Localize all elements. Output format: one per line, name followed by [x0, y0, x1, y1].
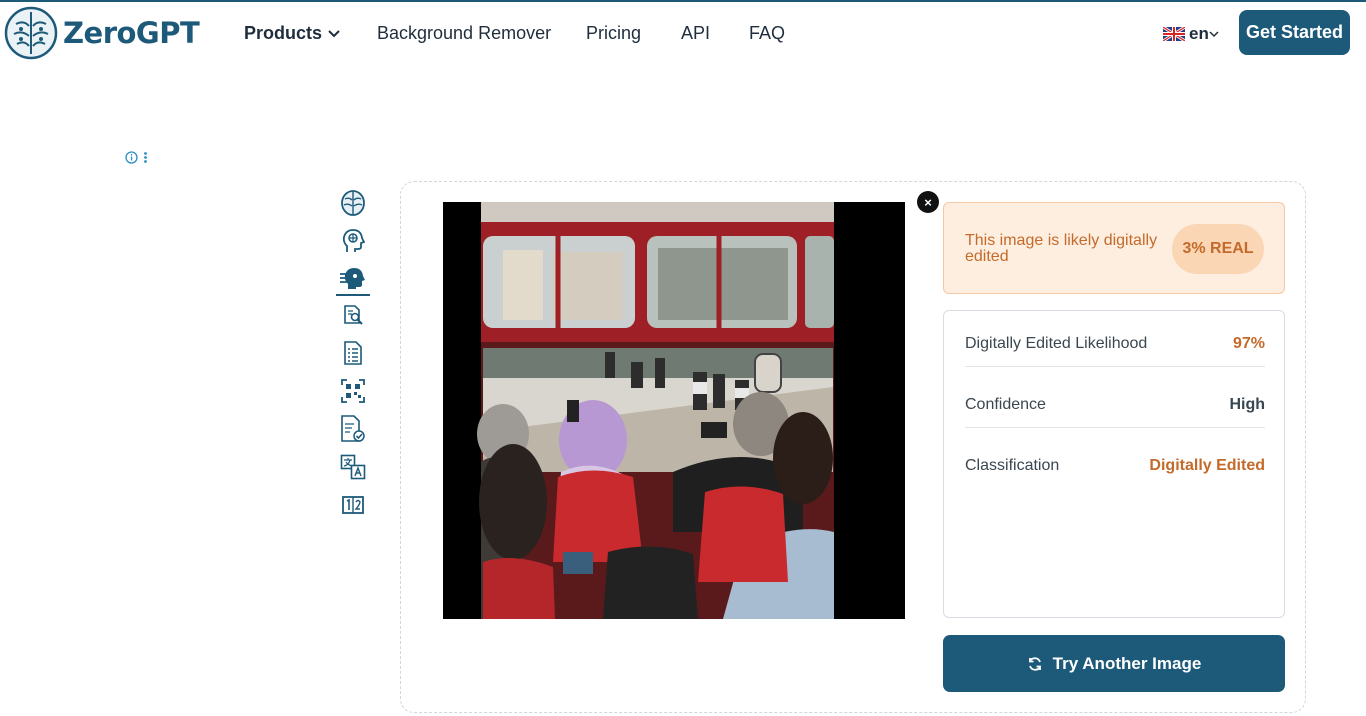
- try-another-image-button[interactable]: Try Another Image: [943, 635, 1285, 692]
- head-profile-icon: [342, 229, 365, 252]
- uk-flag-icon: [1163, 27, 1185, 41]
- brain-icon: [341, 190, 365, 216]
- detail-value: High: [1229, 396, 1265, 413]
- document-search-icon: [344, 305, 363, 325]
- language-selector[interactable]: en: [1163, 24, 1219, 44]
- more-options-icon[interactable]: [143, 151, 148, 164]
- tool-summarizer[interactable]: [336, 336, 370, 370]
- detail-label: Confidence: [965, 396, 1046, 413]
- detail-value: 97%: [1232, 335, 1265, 352]
- tool-ocr[interactable]: [336, 374, 370, 408]
- detail-label: Classification: [965, 457, 1060, 474]
- detail-row-likelihood: Digitally Edited Likelihood 97%: [965, 311, 1265, 367]
- site-header: ZeroGPT Products Background Remover Pric…: [0, 2, 1366, 66]
- nav-faq[interactable]: FAQ: [749, 23, 785, 44]
- tool-ai-text-detector[interactable]: [336, 186, 370, 220]
- counter-icon: [342, 496, 364, 514]
- real-score-badge: 3% REAL: [1172, 224, 1264, 274]
- result-details: Digitally Edited Likelihood 97% Confiden…: [943, 310, 1285, 618]
- try-another-label: Try Another Image: [1052, 653, 1202, 673]
- tool-plagiarism-checker[interactable]: [336, 298, 370, 332]
- chevron-down-icon: [328, 29, 340, 37]
- detail-row-classification: Classification Digitally Edited: [965, 433, 1265, 489]
- detail-row-confidence: Confidence High: [965, 372, 1265, 428]
- logo-text: ZeroGPT: [63, 16, 200, 50]
- document-check-icon: [341, 415, 365, 442]
- nav-products-label: Products: [244, 23, 323, 43]
- bus-interior-photo: [443, 202, 905, 619]
- tools-sidebar: [336, 186, 370, 526]
- refresh-icon: [1028, 656, 1041, 671]
- tool-translator[interactable]: [336, 450, 370, 484]
- language-code: en: [1189, 24, 1209, 43]
- brain-logo-icon: [4, 6, 58, 60]
- uploaded-image: [443, 202, 905, 619]
- tool-ai-humanizer[interactable]: [336, 224, 370, 258]
- tool-ai-image-detector[interactable]: [336, 262, 370, 296]
- qr-scan-icon: [341, 379, 365, 403]
- tool-word-counter[interactable]: [336, 488, 370, 522]
- nav-background-remover[interactable]: Background Remover: [377, 23, 551, 44]
- info-toolbar: [125, 151, 148, 164]
- tool-grammar-checker[interactable]: [336, 412, 370, 446]
- detail-label: Digitally Edited Likelihood: [965, 335, 1148, 352]
- translate-icon: [340, 454, 366, 480]
- nav-pricing[interactable]: Pricing: [586, 23, 641, 44]
- get-started-button[interactable]: Get Started: [1239, 10, 1350, 55]
- nav-api[interactable]: API: [681, 23, 710, 44]
- verdict-banner: This image is likely digitally edited 3%…: [943, 202, 1285, 294]
- chevron-down-icon: [1209, 31, 1219, 38]
- nav-products[interactable]: Products: [244, 23, 341, 44]
- logo[interactable]: ZeroGPT: [4, 6, 200, 60]
- info-icon[interactable]: [125, 151, 138, 164]
- document-list-icon: [344, 341, 362, 365]
- close-icon[interactable]: ×: [917, 191, 939, 213]
- detail-value: Digitally Edited: [1149, 457, 1265, 474]
- verdict-text: This image is likely digitally edited: [965, 232, 1158, 265]
- face-scan-icon: [340, 268, 365, 289]
